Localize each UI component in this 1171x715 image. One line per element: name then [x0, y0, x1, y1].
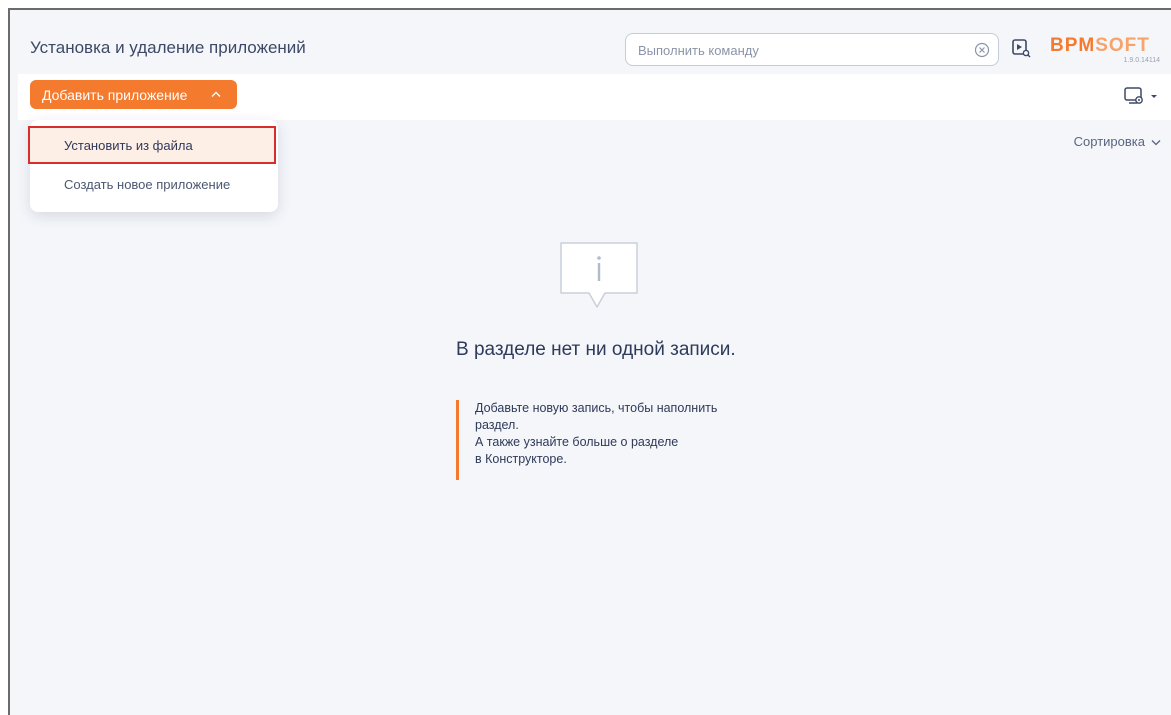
app-window: Установка и удаление приложений BPMSOFT …	[8, 8, 1171, 715]
chevron-up-icon	[211, 91, 221, 97]
sort-button[interactable]: Сортировка	[1074, 134, 1161, 149]
info-bubble-icon	[560, 242, 638, 308]
toolbar: Добавить приложение	[18, 74, 1171, 120]
logo-soft: SOFT	[1095, 35, 1150, 56]
hint-line-2: раздел.	[475, 418, 519, 432]
version-label: 1.9.0.14114	[1123, 57, 1160, 64]
logo-main: BPM	[1050, 35, 1096, 56]
hint-line-4: в Конструкторе.	[475, 452, 567, 466]
add-app-label: Добавить приложение	[42, 86, 188, 103]
add-app-button[interactable]: Добавить приложение	[30, 80, 237, 109]
page-title: Установка и удаление приложений	[30, 38, 306, 57]
hint-line-1: Добавьте новую запись, чтобы наполнить	[475, 401, 718, 415]
sort-label: Сортировка	[1073, 134, 1145, 149]
chevron-down-icon	[1151, 140, 1161, 146]
menu-item-install-from-file[interactable]: Установить из файла	[28, 126, 276, 164]
bpmsoft-logo: BPMSOFT 1.9.0.14114	[1050, 36, 1162, 66]
clear-circle-icon[interactable]	[974, 42, 990, 58]
hint-line-3: А также узнайте больше о разделе	[475, 435, 679, 449]
header: Установка и удаление приложений BPMSOFT …	[10, 10, 1171, 74]
menu-item-create-new-app[interactable]: Создать новое приложение	[30, 168, 278, 202]
view-settings-icon[interactable]	[1121, 86, 1161, 108]
command-box[interactable]	[625, 33, 999, 66]
logo-wordmark: BPMSOFT	[1050, 36, 1162, 55]
run-command-icon[interactable]	[1011, 38, 1031, 58]
empty-state-hint: Добавьте новую запись, чтобы наполнить р…	[456, 400, 776, 480]
add-app-dropdown: Установить из файла Создать новое прилож…	[28, 120, 278, 212]
command-input[interactable]	[638, 41, 958, 59]
empty-state-title: В разделе нет ни одной записи.	[456, 339, 736, 360]
